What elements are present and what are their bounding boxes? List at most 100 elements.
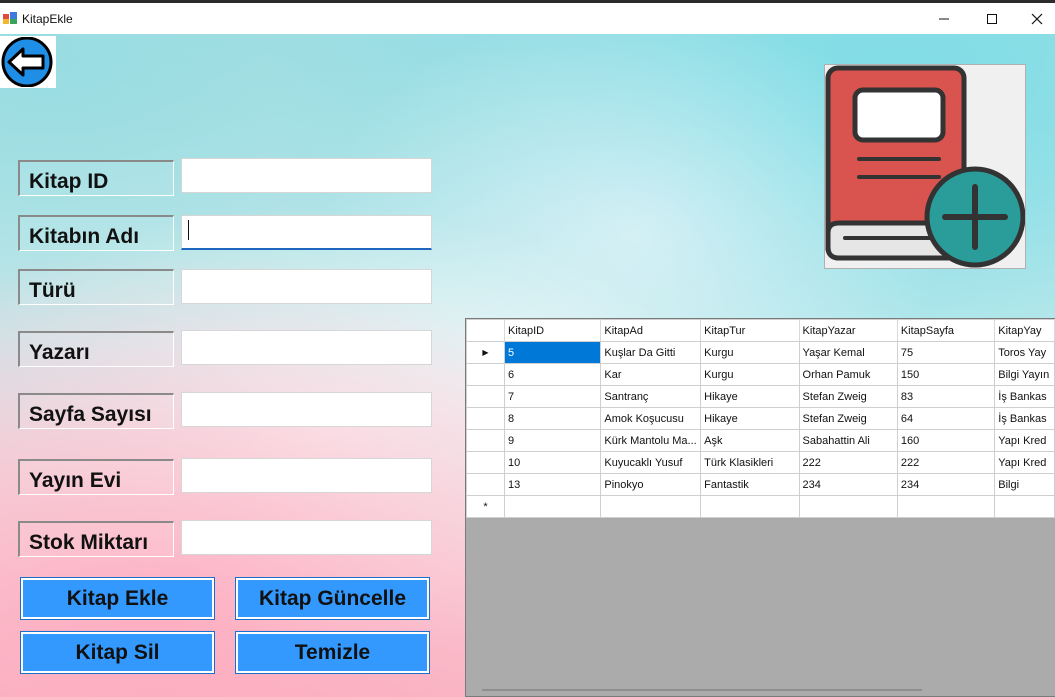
table-cell[interactable]: 6	[504, 363, 602, 386]
stok-miktari-input[interactable]	[181, 520, 432, 555]
table-cell[interactable]: 83	[896, 385, 996, 408]
label-yazari: Yazarı	[18, 331, 174, 367]
column-header-kitapsayfa[interactable]: KitapSayfa	[896, 319, 996, 342]
back-button[interactable]	[0, 36, 56, 88]
table-row[interactable]: 8 Amok Koşucusu Hikaye Stefan Zweig 64 İ…	[466, 407, 1055, 430]
books-datagrid[interactable]: KitapID KitapAd KitapTur KitapYazar Kita…	[465, 318, 1055, 697]
kitap-ekle-button[interactable]: Kitap Ekle	[20, 577, 215, 620]
new-row[interactable]: *	[466, 495, 1055, 518]
table-cell[interactable]: Fantastik	[700, 473, 800, 496]
table-cell[interactable]: Aşk	[700, 429, 800, 452]
label-turu: Türü	[18, 269, 174, 305]
table-cell[interactable]: Kuşlar Da Gitti	[600, 341, 702, 364]
label-sayfa-sayisi: Sayfa Sayısı	[18, 393, 174, 429]
table-cell[interactable]: 8	[504, 407, 602, 430]
kitap-guncelle-button[interactable]: Kitap Güncelle	[235, 577, 430, 620]
table-cell[interactable]: Kurgu	[700, 363, 800, 386]
table-cell[interactable]	[994, 495, 1055, 518]
maximize-button[interactable]	[969, 3, 1015, 34]
table-cell[interactable]	[504, 495, 602, 518]
table-cell[interactable]: Bilgi	[994, 473, 1055, 496]
yazari-input[interactable]	[181, 330, 432, 365]
table-cell[interactable]: 10	[504, 451, 602, 474]
table-cell[interactable]	[896, 495, 996, 518]
label-kitap-adi: Kitabın Adı	[18, 215, 174, 251]
horizontal-scrollbar[interactable]	[482, 689, 922, 691]
table-cell[interactable]: Stefan Zweig	[798, 385, 898, 408]
column-header-kitaptur[interactable]: KitapTur	[700, 319, 800, 342]
label-kitap-id: Kitap ID	[18, 160, 174, 196]
kitap-sil-button[interactable]: Kitap Sil	[20, 631, 215, 674]
table-cell[interactable]: Kürk Mantolu Ma...	[600, 429, 702, 452]
text-cursor	[188, 220, 189, 240]
table-cell[interactable]: Hikaye	[700, 385, 800, 408]
yayin-evi-input[interactable]	[181, 458, 432, 493]
table-cell[interactable]: Kurgu	[700, 341, 800, 364]
kitap-adi-input[interactable]	[181, 215, 432, 250]
minimize-icon	[939, 18, 949, 19]
row-header	[466, 451, 506, 474]
kitap-id-input[interactable]	[181, 158, 432, 193]
row-header	[466, 407, 506, 430]
table-row[interactable]: 9 Kürk Mantolu Ma... Aşk Sabahattin Ali …	[466, 429, 1055, 452]
table-cell[interactable]: 234	[896, 473, 996, 496]
table-cell[interactable]: 13	[504, 473, 602, 496]
table-row[interactable]: 6 Kar Kurgu Orhan Pamuk 150 Bilgi Yayın	[466, 363, 1055, 386]
table-cell[interactable]: Bilgi Yayın	[994, 363, 1055, 386]
temizle-button[interactable]: Temizle	[235, 631, 430, 674]
table-row[interactable]: 13 Pinokyo Fantastik 234 234 Bilgi	[466, 473, 1055, 496]
row-header	[466, 363, 506, 386]
column-header-kitapyazar[interactable]: KitapYazar	[798, 319, 898, 342]
table-cell[interactable]: Orhan Pamuk	[798, 363, 898, 386]
table-cell[interactable]: Türk Klasikleri	[700, 451, 800, 474]
table-cell[interactable]: Amok Koşucusu	[600, 407, 702, 430]
table-cell[interactable]: Pinokyo	[600, 473, 702, 496]
table-cell[interactable]: 234	[798, 473, 898, 496]
window-title: KitapEkle	[22, 12, 73, 26]
table-cell[interactable]: Sabahattin Ali	[798, 429, 898, 452]
table-cell[interactable]: 5	[504, 341, 602, 364]
close-button[interactable]	[1014, 3, 1055, 34]
table-row[interactable]: 10 Kuyucaklı Yusuf Türk Klasikleri 222 2…	[466, 451, 1055, 474]
table-cell[interactable]: 160	[896, 429, 996, 452]
maximize-icon	[987, 13, 997, 24]
table-cell[interactable]: 75	[896, 341, 996, 364]
back-arrow-icon	[1, 37, 53, 87]
row-header	[466, 473, 506, 496]
new-row-marker: *	[466, 495, 506, 518]
column-header-kitapad[interactable]: KitapAd	[600, 319, 702, 342]
table-cell[interactable]: Toros Yay	[994, 341, 1055, 364]
table-cell[interactable]: 7	[504, 385, 602, 408]
form-client-area: Kitap ID Kitabın Adı Türü Yazarı Sayfa S…	[0, 34, 1055, 697]
table-cell[interactable]: Hikaye	[700, 407, 800, 430]
app-icon	[3, 12, 17, 24]
label-stok-miktari: Stok Miktarı	[18, 521, 174, 557]
row-header	[466, 429, 506, 452]
table-cell[interactable]: Yapı Kred	[994, 429, 1055, 452]
table-cell[interactable]	[600, 495, 702, 518]
table-cell[interactable]: 150	[896, 363, 996, 386]
table-cell[interactable]: Kuyucaklı Yusuf	[600, 451, 702, 474]
table-row[interactable]: ▶ 5 Kuşlar Da Gitti Kurgu Yaşar Kemal 75…	[466, 341, 1055, 364]
column-header-kitapyay[interactable]: KitapYay	[994, 319, 1055, 342]
table-cell[interactable]: Yaşar Kemal	[798, 341, 898, 364]
table-row[interactable]: 7 Santranç Hikaye Stefan Zweig 83 İş Ban…	[466, 385, 1055, 408]
turu-input[interactable]	[181, 269, 432, 304]
table-cell[interactable]: İş Bankas	[994, 407, 1055, 430]
current-row-marker: ▶	[466, 341, 506, 364]
table-cell[interactable]: Yapı Kred	[994, 451, 1055, 474]
table-cell[interactable]: Santranç	[600, 385, 702, 408]
table-cell[interactable]: İş Bankas	[994, 385, 1055, 408]
table-cell[interactable]: 64	[896, 407, 996, 430]
table-cell[interactable]: 222	[798, 451, 898, 474]
table-cell[interactable]: 9	[504, 429, 602, 452]
table-cell[interactable]: 222	[896, 451, 996, 474]
book-add-icon	[825, 65, 1026, 268]
table-cell[interactable]	[700, 495, 800, 518]
table-cell[interactable]	[798, 495, 898, 518]
column-header-kitapid[interactable]: KitapID	[504, 319, 602, 342]
table-cell[interactable]: Stefan Zweig	[798, 407, 898, 430]
sayfa-sayisi-input[interactable]	[181, 392, 432, 427]
minimize-button[interactable]	[921, 3, 967, 34]
table-cell[interactable]: Kar	[600, 363, 702, 386]
